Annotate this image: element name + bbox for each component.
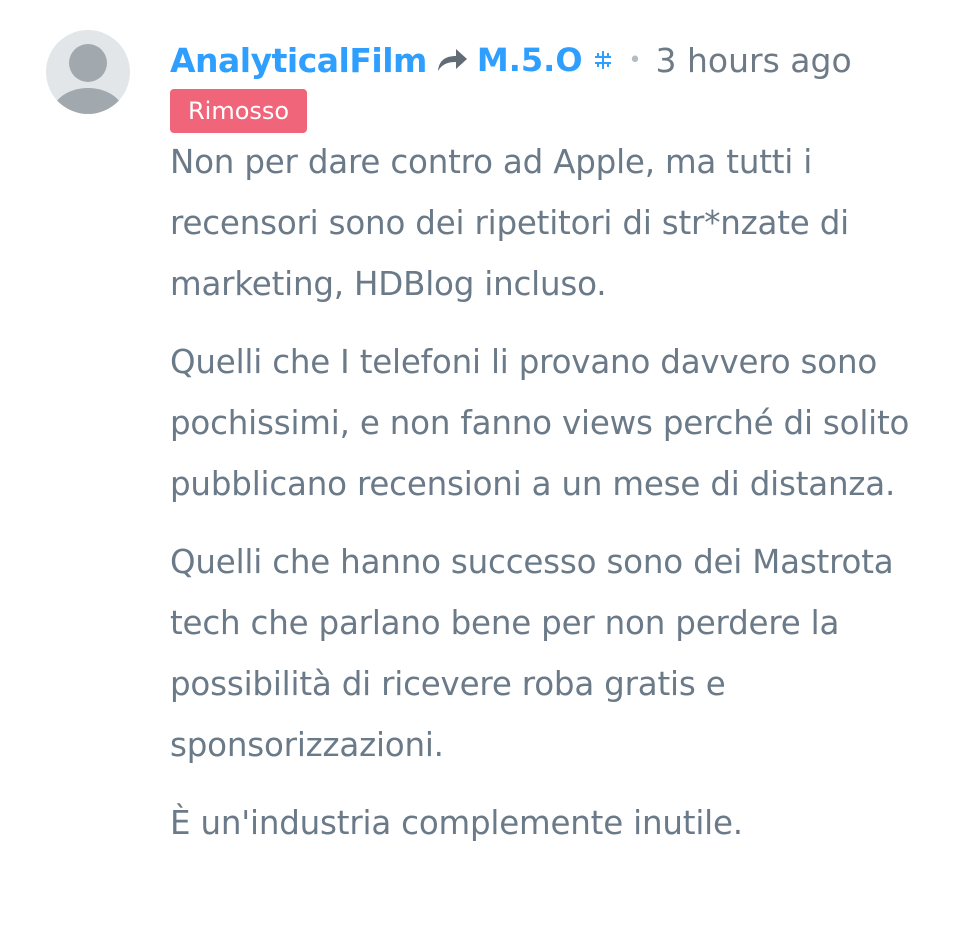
reply-to-user[interactable]: M.5.O — [477, 41, 583, 79]
comment: AnalyticalFilm M.5.O • 3 hours ago Rimos… — [0, 0, 971, 948]
status-badge: Rimosso — [170, 89, 308, 133]
author-name[interactable]: AnalyticalFilm — [170, 41, 427, 80]
default-avatar-icon — [52, 44, 124, 114]
comment-paragraph: Quelli che hanno successo sono dei Mastr… — [170, 543, 894, 764]
comment-paragraph: Quelli che I telefoni li provano davvero… — [170, 343, 910, 503]
separator-dot: • — [628, 47, 642, 73]
comment-header: AnalyticalFilm M.5.O • 3 hours ago — [170, 36, 852, 84]
timestamp[interactable]: 3 hours ago — [656, 41, 852, 80]
avatar[interactable] — [46, 30, 130, 114]
comment-paragraph: Non per dare contro ad Apple, ma tutti i… — [170, 143, 849, 303]
moderator-icon — [593, 50, 613, 70]
comment-body: Non per dare contro ad Apple, ma tutti i… — [170, 132, 940, 871]
comment-paragraph: È un'industria complemente inutile. — [170, 804, 743, 842]
reply-arrow-icon — [435, 47, 469, 73]
